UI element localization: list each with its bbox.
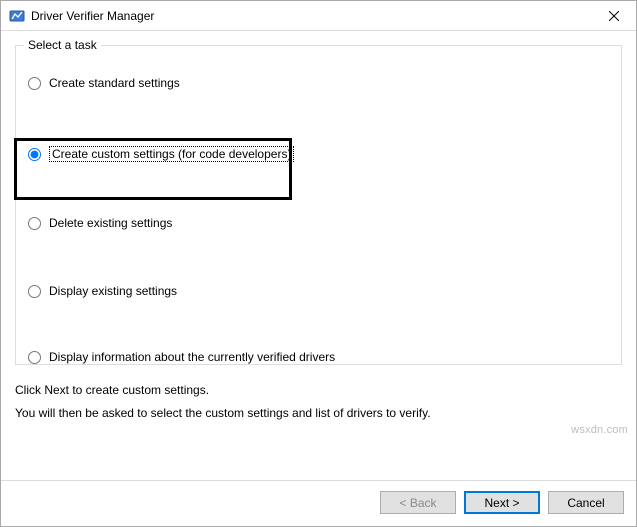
radio-info[interactable] — [28, 351, 41, 364]
option-display[interactable]: Display existing settings — [28, 282, 609, 300]
radio-label: Display existing settings — [49, 284, 177, 298]
content-area: Select a task Create standard settings C… — [1, 31, 636, 480]
option-custom[interactable]: Create custom settings (for code develop… — [28, 144, 609, 164]
button-bar: < Back Next > Cancel — [1, 480, 636, 526]
close-button[interactable] — [591, 1, 636, 31]
radio-delete[interactable] — [28, 217, 41, 230]
instruction-line: Click Next to create custom settings. — [15, 379, 622, 402]
close-icon — [609, 11, 619, 21]
titlebar: Driver Verifier Manager — [1, 1, 636, 31]
groupbox-legend: Select a task — [24, 38, 101, 52]
back-button: < Back — [380, 491, 456, 514]
next-button[interactable]: Next > — [464, 491, 540, 514]
instructions: Click Next to create custom settings. Yo… — [15, 379, 622, 425]
radio-label: Delete existing settings — [49, 216, 172, 230]
radio-standard[interactable] — [28, 77, 41, 90]
option-standard[interactable]: Create standard settings — [28, 74, 609, 92]
window: Driver Verifier Manager Select a task Cr… — [0, 0, 637, 527]
radio-custom[interactable] — [28, 148, 41, 161]
app-icon — [9, 8, 25, 24]
option-delete[interactable]: Delete existing settings — [28, 214, 609, 232]
task-groupbox: Select a task Create standard settings C… — [15, 45, 622, 365]
option-info[interactable]: Display information about the currently … — [28, 348, 609, 366]
radio-display[interactable] — [28, 285, 41, 298]
cancel-button[interactable]: Cancel — [548, 491, 624, 514]
window-title: Driver Verifier Manager — [31, 9, 591, 23]
radio-label: Create standard settings — [49, 76, 180, 90]
radio-label: Display information about the currently … — [49, 350, 335, 364]
radio-label: Create custom settings (for code develop… — [49, 146, 294, 162]
instruction-line: You will then be asked to select the cus… — [15, 402, 622, 425]
